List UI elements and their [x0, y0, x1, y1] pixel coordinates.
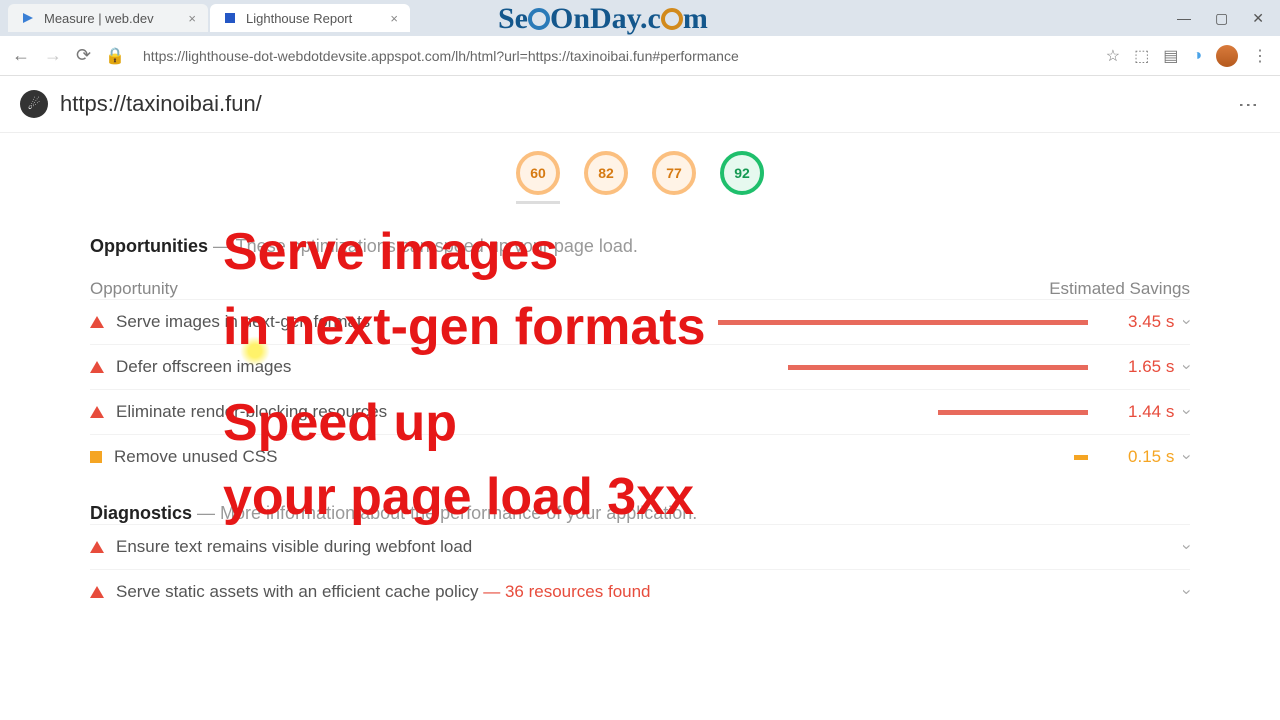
close-icon[interactable]: × — [188, 11, 196, 26]
address-bar: ← → ⟳ 🔒 ☆ ⬚ ▤ ◑ ⋮ — [0, 36, 1280, 76]
report-header: ☄ https://taxinoibai.fun/ ⋮ — [0, 76, 1280, 133]
overlay-text: in next-gen formats — [223, 300, 706, 355]
window-controls: — ▢ ✕ — [1177, 10, 1272, 27]
tab-favicon-icon — [222, 10, 238, 26]
savings-bar — [788, 365, 1088, 370]
close-window-icon[interactable]: ✕ — [1252, 10, 1264, 27]
report-menu-icon[interactable]: ⋮ — [1236, 95, 1260, 113]
menu-icon[interactable]: ⋮ — [1252, 46, 1268, 66]
forward-icon[interactable]: → — [44, 45, 62, 66]
overlay-text: Speed up — [223, 396, 457, 451]
extension2-icon[interactable]: ▤ — [1163, 46, 1178, 66]
score-performance[interactable]: 60 — [516, 151, 560, 195]
star-icon[interactable]: ☆ — [1106, 46, 1120, 66]
savings-bar — [938, 410, 1088, 415]
chevron-down-icon[interactable]: › — [1177, 544, 1197, 550]
severity-icon — [90, 361, 104, 373]
score-row: 60 82 77 92 — [0, 133, 1280, 218]
tab-favicon-icon — [20, 10, 36, 26]
score-accessibility[interactable]: 82 — [584, 151, 628, 195]
close-icon[interactable]: × — [390, 11, 398, 26]
severity-icon — [90, 541, 104, 553]
severity-icon — [90, 316, 104, 328]
overlay-text: Serve images — [223, 225, 558, 280]
tab-title: Lighthouse Report — [246, 11, 352, 26]
browser-tab-lighthouse[interactable]: Lighthouse Report × — [210, 4, 410, 32]
url-input[interactable] — [139, 44, 1092, 68]
extension-icon[interactable]: ⬚ — [1134, 46, 1149, 66]
chevron-down-icon[interactable]: › — [1177, 454, 1197, 460]
chevron-down-icon[interactable]: › — [1177, 319, 1197, 325]
score-seo[interactable]: 92 — [720, 151, 764, 195]
overlay-text: your page load 3xx — [223, 470, 694, 525]
opportunities-table-head: Opportunity Estimated Savings — [90, 279, 1190, 299]
back-icon[interactable]: ← — [12, 45, 30, 66]
avatar[interactable] — [1216, 45, 1238, 67]
chevron-down-icon[interactable]: › — [1177, 589, 1197, 595]
diagnostic-row[interactable]: Ensure text remains visible during webfo… — [90, 524, 1190, 569]
score-best-practices[interactable]: 77 — [652, 151, 696, 195]
diagnostic-row[interactable]: Serve static assets with an efficient ca… — [90, 569, 1190, 614]
severity-icon — [90, 406, 104, 418]
severity-icon — [90, 451, 102, 463]
chevron-down-icon[interactable]: › — [1177, 364, 1197, 370]
severity-icon — [90, 586, 104, 598]
savings-bar — [1074, 455, 1088, 460]
savings-bar — [718, 320, 1088, 325]
reload-icon[interactable]: ⟳ — [76, 45, 91, 66]
lock-icon: 🔒 — [105, 46, 125, 66]
tab-title: Measure | web.dev — [44, 11, 154, 26]
maximize-icon[interactable]: ▢ — [1215, 10, 1228, 27]
lighthouse-logo-icon: ☄ — [20, 90, 48, 118]
minimize-icon[interactable]: — — [1177, 10, 1191, 27]
browser-tab-measure[interactable]: Measure | web.dev × — [8, 4, 208, 32]
extension3-icon[interactable]: ◑ — [1192, 47, 1202, 65]
watermark-logo: SeOnDay.cm — [498, 2, 708, 36]
tested-url: https://taxinoibai.fun/ — [60, 91, 262, 117]
chevron-down-icon[interactable]: › — [1177, 409, 1197, 415]
